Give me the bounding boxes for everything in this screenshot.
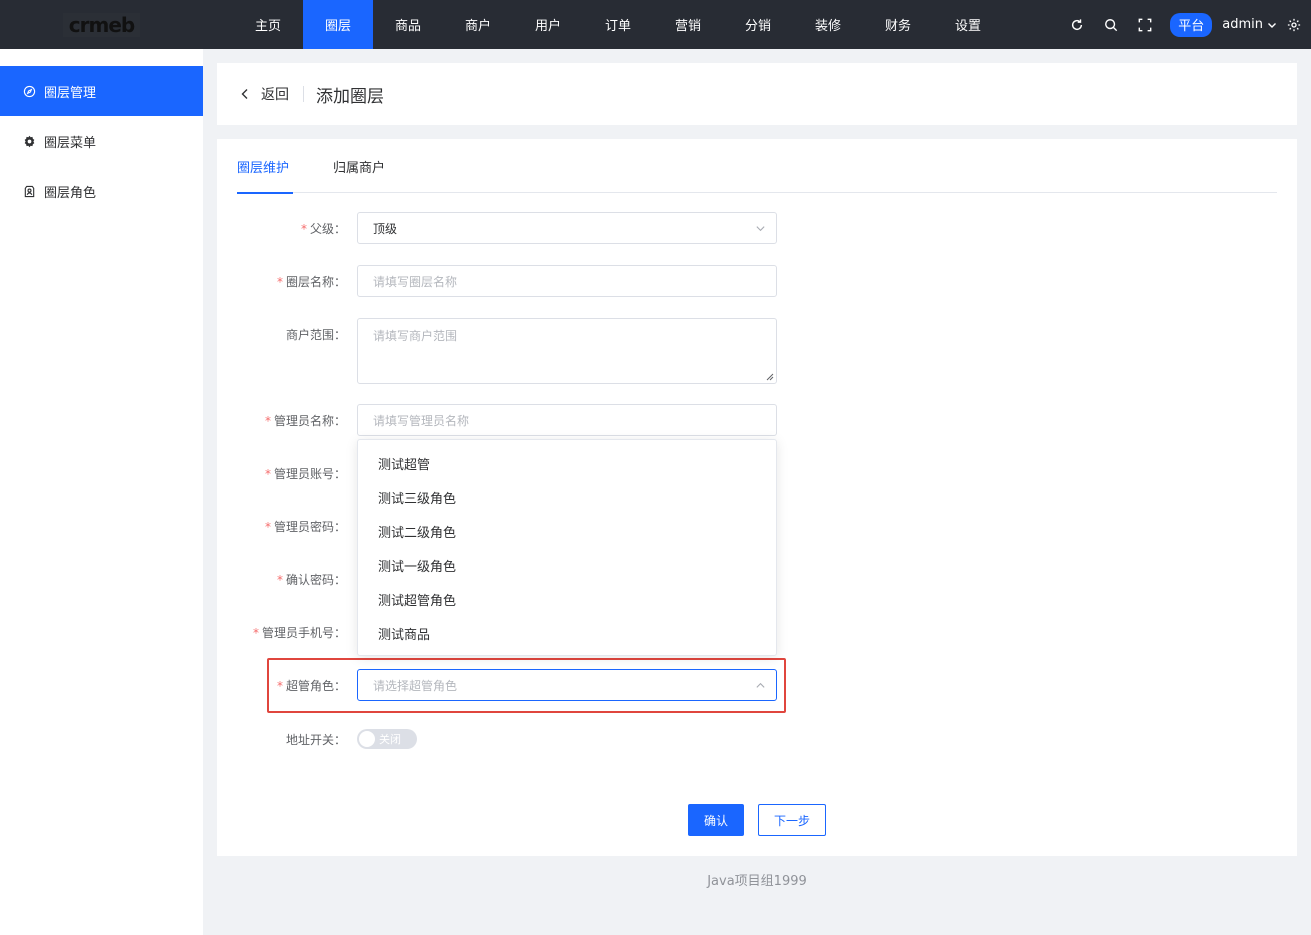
nav-item-finance[interactable]: 财务	[863, 0, 933, 49]
gear-icon	[22, 134, 36, 148]
switch-knob	[359, 731, 375, 747]
switch-state-label: 关闭	[379, 731, 401, 747]
nav-item-products[interactable]: 商品	[373, 0, 443, 49]
circle-name-input[interactable]: 请填写圈层名称	[357, 265, 777, 297]
super-role-label: *超管角色：	[277, 677, 346, 694]
sidebar-item-label: 圈层管理	[44, 82, 96, 101]
badge-icon	[22, 184, 36, 198]
parent-select-value: 顶级	[373, 220, 397, 237]
logo-text: crmeb	[63, 13, 140, 37]
dropdown-option[interactable]: 测试三级角色	[358, 480, 776, 514]
top-bar: crmeb 主页 圈层 商品 商户 用户 订单 营销 分销 装修 财务 设置 平…	[0, 0, 1311, 49]
dropdown-option[interactable]: 测试二级角色	[358, 514, 776, 548]
admin-phone-label: *管理员手机号：	[253, 624, 346, 641]
confirm-button[interactable]: 确认	[688, 804, 744, 836]
sidebar: 圈层管理 圈层菜单 圈层角色	[0, 49, 203, 935]
sidebar-item-circle-management[interactable]: 圈层管理	[0, 66, 203, 116]
dropdown-option[interactable]: 测试超管	[358, 446, 776, 480]
footer-text: Java项目组1999	[217, 870, 1297, 889]
confirm-password-label: *确认密码：	[277, 571, 346, 588]
logo[interactable]: crmeb	[0, 0, 203, 49]
next-step-button[interactable]: 下一步	[758, 804, 826, 836]
tab-label: 归属商户	[333, 157, 385, 176]
nav-item-decoration[interactable]: 装修	[793, 0, 863, 49]
refresh-icon[interactable]	[1060, 0, 1094, 49]
chevron-up-icon	[755, 680, 766, 691]
circle-name-placeholder: 请填写圈层名称	[373, 273, 457, 290]
parent-select[interactable]: 顶级	[357, 212, 777, 244]
top-right-tools: 平台 admin	[1060, 0, 1311, 49]
resize-grip-icon[interactable]	[766, 373, 774, 381]
dropdown-option[interactable]: 测试超管角色	[358, 582, 776, 616]
dropdown-option[interactable]: 测试商品	[358, 616, 776, 650]
circle-name-label: *圈层名称：	[277, 273, 346, 290]
nav-item-merchants[interactable]: 商户	[443, 0, 513, 49]
super-role-placeholder: 请选择超管角色	[373, 677, 457, 694]
chevron-down-icon	[1267, 20, 1277, 30]
page-header: 返回 添加圈层	[217, 63, 1297, 125]
nav-item-users[interactable]: 用户	[513, 0, 583, 49]
sidebar-item-circle-role[interactable]: 圈层角色	[0, 166, 203, 216]
nav-item-circle[interactable]: 圈层	[303, 0, 373, 49]
address-switch-label: 地址开关：	[286, 731, 346, 748]
admin-password-label: *管理员密码：	[265, 518, 346, 535]
admin-name-placeholder: 请填写管理员名称	[373, 412, 469, 429]
super-role-dropdown: 测试超管 测试三级角色 测试二级角色 测试一级角色 测试超管角色 测试商品	[357, 439, 777, 656]
chevron-left-icon	[239, 88, 251, 100]
nav-item-settings[interactable]: 设置	[933, 0, 1003, 49]
merchant-scope-label: 商户范围：	[286, 326, 346, 343]
admin-name-label: *管理员名称：	[265, 412, 346, 429]
back-label: 返回	[261, 84, 289, 104]
nav-item-home[interactable]: 主页	[233, 0, 303, 49]
tab-circle-maintenance[interactable]: 圈层维护	[237, 139, 289, 193]
super-role-select[interactable]: 请选择超管角色	[357, 669, 777, 701]
back-button[interactable]: 返回	[239, 84, 289, 104]
admin-name-input[interactable]: 请填写管理员名称	[357, 404, 777, 436]
user-name: admin	[1222, 17, 1263, 32]
nav-item-orders[interactable]: 订单	[583, 0, 653, 49]
header-divider	[303, 86, 304, 102]
tabs: 圈层维护 归属商户	[237, 139, 1277, 193]
nav-item-marketing[interactable]: 营销	[653, 0, 723, 49]
sidebar-item-label: 圈层角色	[44, 182, 96, 201]
user-menu[interactable]: admin	[1222, 17, 1277, 32]
tab-label: 圈层维护	[237, 157, 289, 176]
chevron-down-icon	[755, 223, 766, 234]
dropdown-option[interactable]: 测试一级角色	[358, 548, 776, 582]
platform-badge[interactable]: 平台	[1170, 13, 1212, 37]
merchant-scope-textarea[interactable]: 请填写商户范围	[357, 318, 777, 384]
nav-item-distribution[interactable]: 分销	[723, 0, 793, 49]
merchant-scope-placeholder: 请填写商户范围	[373, 329, 457, 343]
compass-icon	[22, 84, 36, 98]
address-switch[interactable]: 关闭	[357, 729, 417, 749]
top-nav: 主页 圈层 商品 商户 用户 订单 营销 分销 装修 财务 设置	[233, 0, 1003, 49]
gear-icon[interactable]	[1277, 0, 1311, 49]
sidebar-item-label: 圈层菜单	[44, 132, 96, 151]
page-title: 添加圈层	[316, 82, 384, 107]
fullscreen-icon[interactable]	[1128, 0, 1162, 49]
admin-account-label: *管理员账号：	[265, 465, 346, 482]
tab-active-indicator	[237, 192, 293, 194]
tab-merchant[interactable]: 归属商户	[333, 139, 385, 193]
search-icon[interactable]	[1094, 0, 1128, 49]
parent-label: *父级：	[301, 220, 346, 237]
sidebar-item-circle-menu[interactable]: 圈层菜单	[0, 116, 203, 166]
